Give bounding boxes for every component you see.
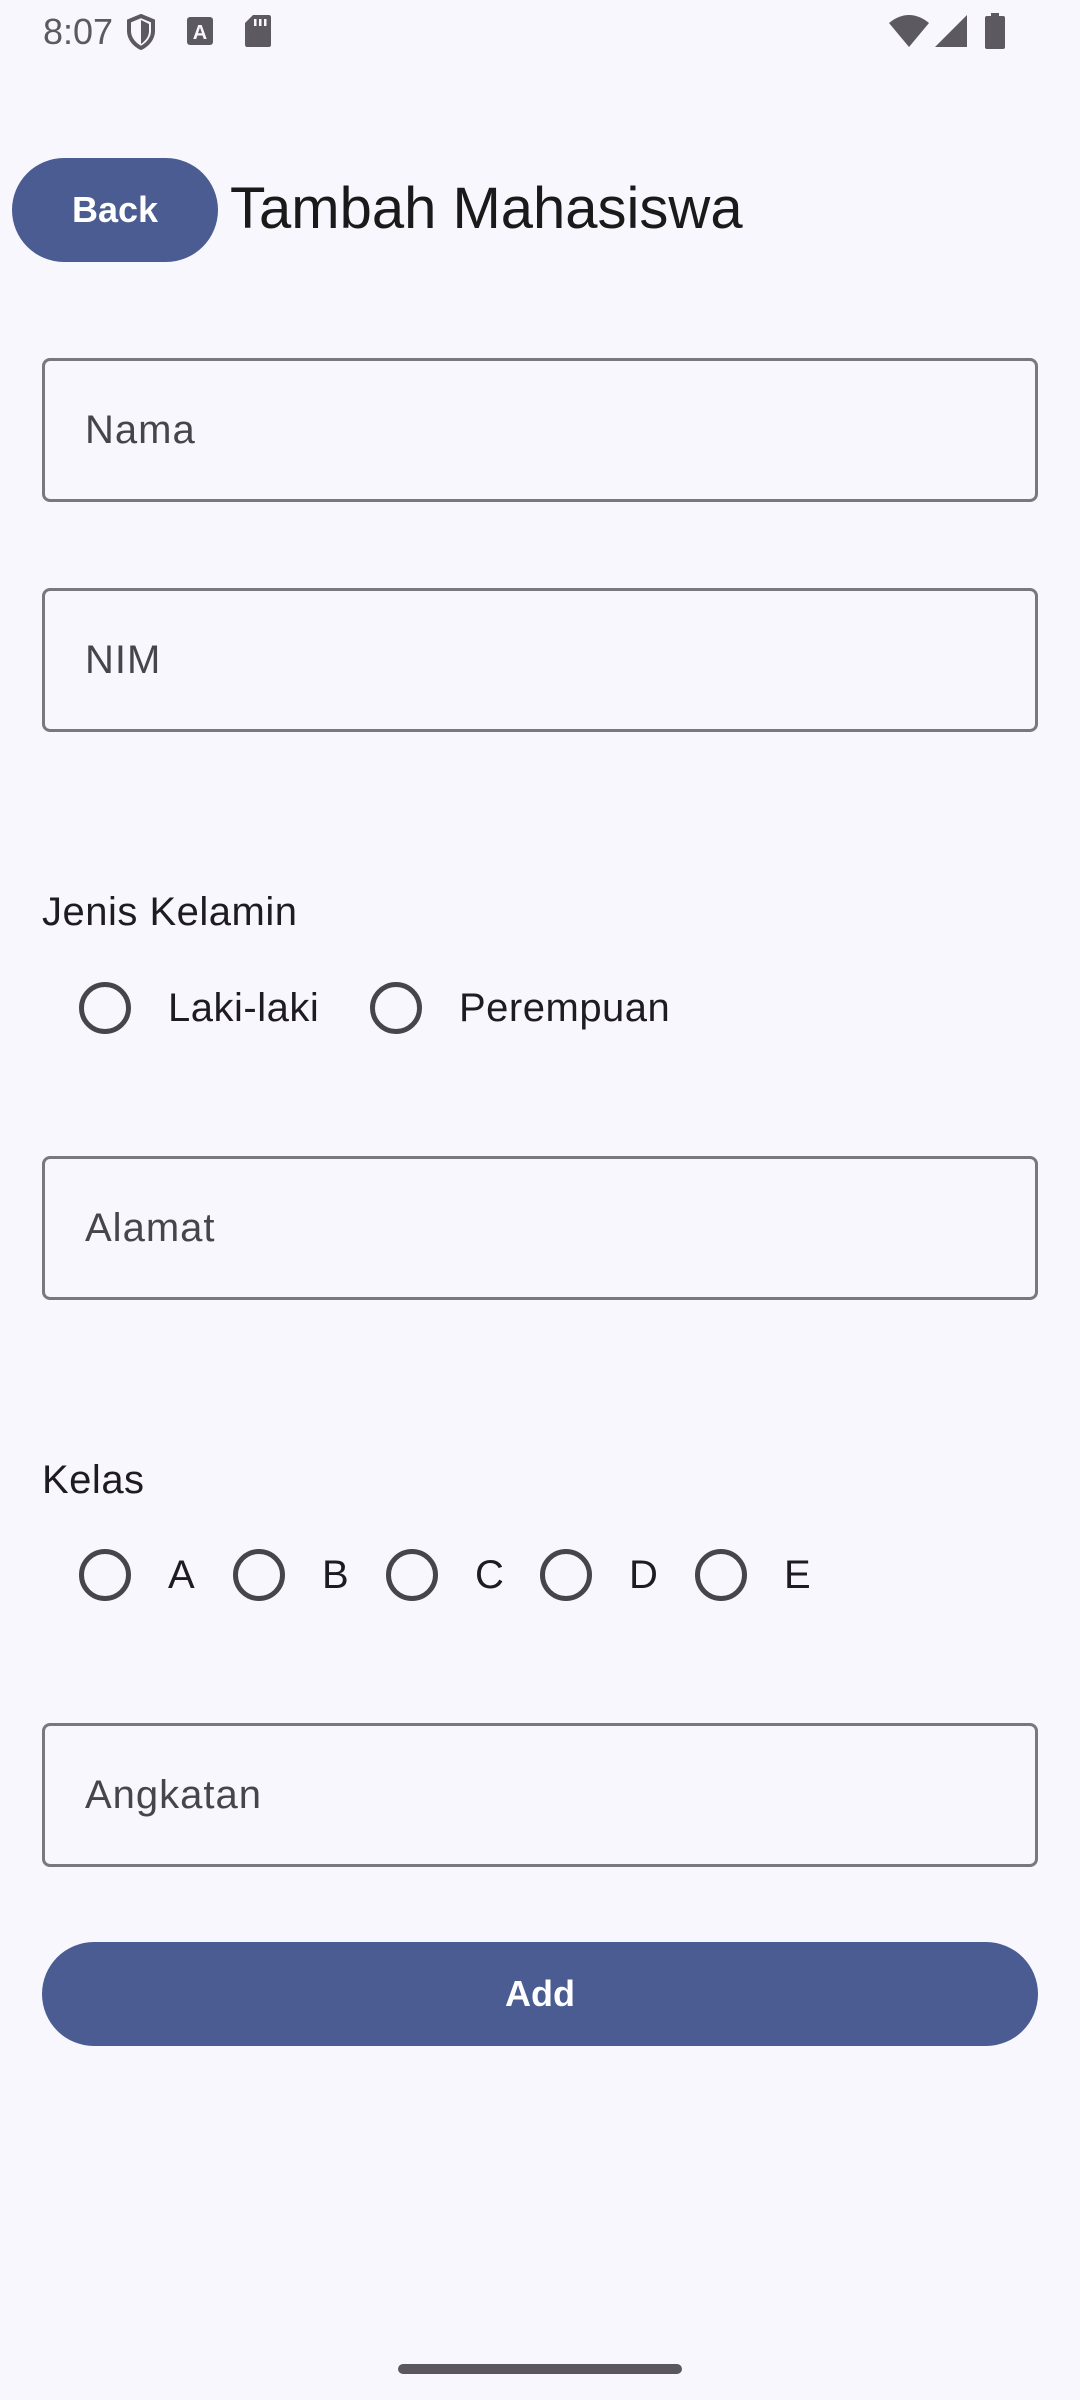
gesture-navigation-bar[interactable] [398, 2364, 682, 2374]
radio-label: D [629, 1553, 659, 1597]
page-title: Tambah Mahasiswa [230, 176, 743, 241]
radio-option-e[interactable]: E [695, 1535, 825, 1615]
radio-button[interactable] [233, 1549, 285, 1601]
radio-label: E [784, 1553, 812, 1597]
radio-button[interactable] [540, 1549, 592, 1601]
radio-option-laki-laki[interactable]: Laki-laki [79, 968, 339, 1048]
alamat-field[interactable]: Alamat [42, 1156, 1038, 1300]
radio-option-b[interactable]: B [233, 1535, 363, 1615]
kelas-radio-group: A B C D E [0, 1535, 1080, 1615]
radio-option-a[interactable]: A [79, 1535, 209, 1615]
radio-option-c[interactable]: C [386, 1535, 516, 1615]
status-bar: 8:07 A [0, 0, 1080, 64]
battery-icon [984, 12, 1006, 55]
gender-label: Jenis Kelamin [42, 890, 298, 934]
radio-label: B [322, 1553, 350, 1597]
svg-text:A: A [193, 22, 207, 44]
radio-option-d[interactable]: D [540, 1535, 670, 1615]
radio-label: Laki-laki [168, 986, 320, 1030]
angkatan-placeholder: Angkatan [85, 1773, 263, 1817]
font-a-icon: A [186, 16, 214, 51]
radio-label: C [475, 1553, 505, 1597]
nim-placeholder: NIM [85, 638, 162, 682]
radio-option-perempuan[interactable]: Perempuan [370, 968, 700, 1048]
gender-radio-group: Laki-laki Perempuan [0, 968, 1080, 1048]
radio-label: Perempuan [459, 986, 671, 1030]
shield-icon [126, 13, 156, 55]
nama-field[interactable]: Nama [42, 358, 1038, 502]
status-time: 8:07 [43, 11, 114, 52]
radio-button[interactable] [370, 982, 422, 1034]
back-button[interactable]: Back [12, 158, 218, 262]
angkatan-field[interactable]: Angkatan [42, 1723, 1038, 1867]
signal-icon [934, 14, 968, 53]
sd-card-icon [244, 14, 272, 53]
radio-label: A [168, 1553, 196, 1597]
nama-placeholder: Nama [85, 408, 196, 452]
radio-button[interactable] [695, 1549, 747, 1601]
radio-button[interactable] [386, 1549, 438, 1601]
radio-button[interactable] [79, 982, 131, 1034]
wifi-icon [888, 14, 930, 53]
add-button[interactable]: Add [42, 1942, 1038, 2046]
alamat-placeholder: Alamat [85, 1206, 216, 1250]
nim-field[interactable]: NIM [42, 588, 1038, 732]
radio-button[interactable] [79, 1549, 131, 1601]
kelas-label: Kelas [42, 1458, 145, 1502]
